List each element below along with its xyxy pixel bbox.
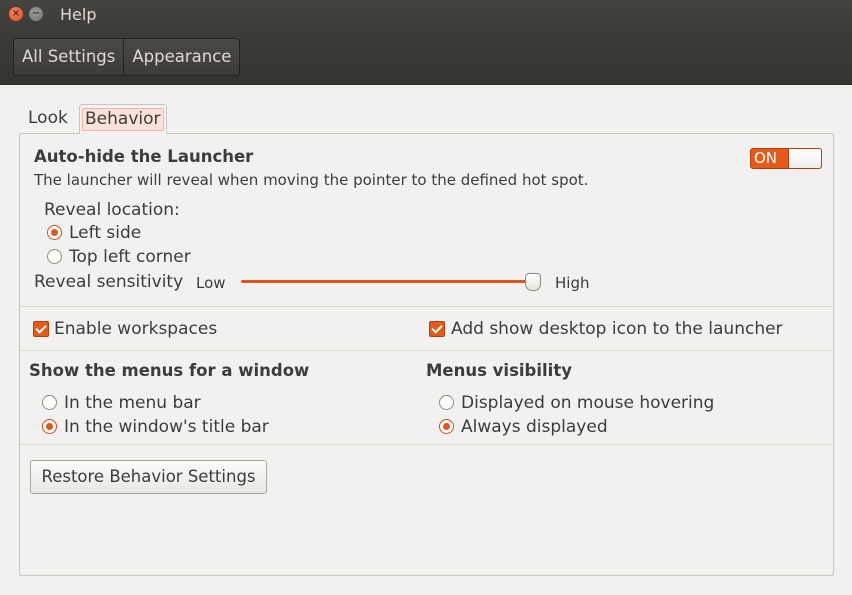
top-left-corner-radio[interactable] (47, 249, 62, 264)
top-left-corner-label: Top left corner (69, 247, 191, 267)
window-title: Help (60, 5, 97, 24)
enable-workspaces-checkbox[interactable] (33, 321, 49, 337)
tab-look[interactable]: Look (24, 104, 72, 133)
left-side-label: Left side (69, 223, 142, 243)
in-menu-bar-label: In the menu bar (64, 393, 201, 413)
divider (20, 350, 832, 351)
divider (20, 306, 832, 307)
always-displayed-radio[interactable] (439, 419, 454, 434)
minimize-window-button[interactable]: − (29, 7, 43, 21)
tab-behavior[interactable]: Behavior (79, 104, 167, 134)
reveal-location-label: Reveal location: (44, 200, 180, 220)
close-window-button[interactable]: × (9, 7, 23, 21)
autohide-description: The launcher will reveal when moving the… (34, 171, 589, 189)
show-desktop-icon-label: Add show desktop icon to the launcher (451, 319, 783, 339)
breadcrumb: All Settings Appearance (13, 38, 241, 76)
menus-visibility-title: Menus visibility (426, 361, 572, 380)
restore-behavior-settings-button[interactable]: Restore Behavior Settings (30, 460, 267, 494)
reveal-sensitivity-label: Reveal sensitivity (34, 272, 184, 292)
sensitivity-high-label: High (555, 274, 590, 292)
settings-window: × − Help All Settings Appearance Look Be… (0, 0, 852, 595)
menus-window-title: Show the menus for a window (29, 361, 310, 380)
divider (20, 444, 832, 445)
in-title-bar-label: In the window's title bar (64, 417, 269, 437)
always-displayed-label: Always displayed (461, 417, 608, 437)
all-settings-button[interactable]: All Settings (14, 39, 123, 75)
title-bar: × − Help (0, 0, 852, 32)
toolbar: All Settings Appearance (0, 32, 852, 85)
autohide-title: Auto-hide the Launcher (34, 147, 254, 166)
autohide-toggle[interactable]: ON (750, 148, 822, 169)
sensitivity-slider-track[interactable] (241, 280, 533, 283)
sensitivity-slider-handle[interactable] (525, 273, 541, 291)
mouse-hovering-label: Displayed on mouse hovering (461, 393, 715, 413)
left-side-radio[interactable] (47, 225, 62, 240)
toggle-knob (788, 149, 821, 168)
in-title-bar-radio[interactable] (42, 419, 57, 434)
in-menu-bar-radio[interactable] (42, 395, 57, 410)
sensitivity-low-label: Low (196, 274, 226, 292)
mouse-hovering-radio[interactable] (439, 395, 454, 410)
toggle-on-label: ON (754, 149, 778, 167)
enable-workspaces-label: Enable workspaces (54, 319, 218, 339)
appearance-breadcrumb-button[interactable]: Appearance (123, 39, 239, 75)
show-desktop-icon-checkbox[interactable] (429, 321, 445, 337)
tab-behavior-label: Behavior (82, 108, 164, 131)
